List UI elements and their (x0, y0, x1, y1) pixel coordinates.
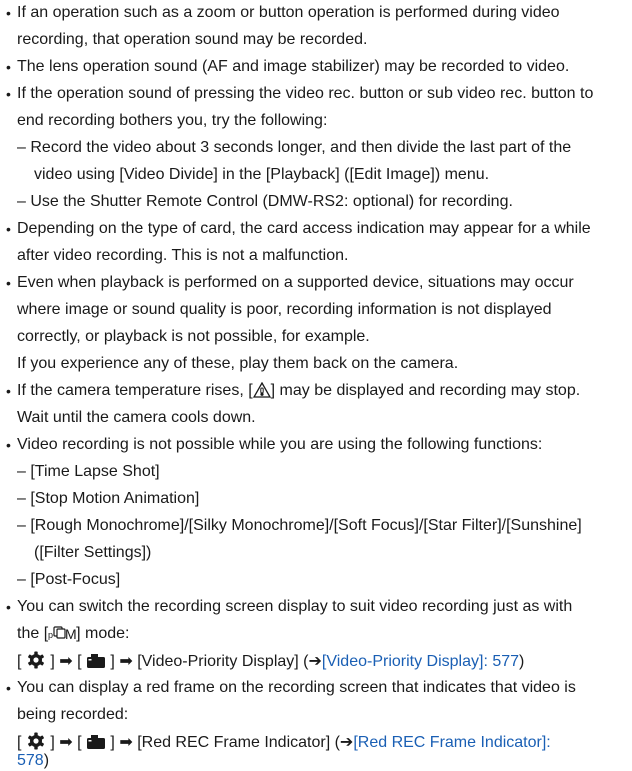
dash: – (17, 490, 26, 507)
dash: – (17, 463, 26, 480)
text-line: Depending on the type of card, the card … (17, 220, 591, 237)
text-line: recording, that operation sound may be r… (17, 31, 368, 48)
reference-arrow: ➔ (339, 734, 354, 751)
creative-video-mode-icon: pM (48, 625, 77, 647)
text-line: correctly, or playback is not possible, … (17, 328, 370, 345)
gear-icon (26, 651, 46, 675)
text-line: Video recording is not possible while yo… (17, 436, 543, 453)
manual-page: • If an operation such as a zoom or butt… (0, 0, 632, 769)
text-line: If the operation sound of pressing the v… (17, 85, 594, 102)
sub-item: – [Stop Motion Animation] (17, 489, 199, 509)
text-line: being recorded: (17, 706, 129, 723)
arrow-icon: ➡ (59, 653, 73, 670)
sub-item-text: [Stop Motion Animation] (30, 490, 200, 507)
sub-item-text: Use the Shutter Remote Control (DMW-RS2:… (30, 193, 513, 210)
text-line: video using [Video Divide] in the [Playb… (34, 166, 490, 183)
text-line: Wait until the camera cools down. (17, 409, 256, 426)
page-reference-link[interactable]: [Video-Priority Display]: 577 (322, 653, 519, 670)
text-line: If you experience any of these, play the… (17, 355, 459, 372)
page-reference-link[interactable]: 578 (17, 752, 44, 769)
sub-item-text: Record the video about 3 seconds longer,… (30, 139, 572, 156)
text-line: ([Filter Settings]) (34, 544, 152, 561)
dash: – (17, 139, 26, 156)
sub-item: – [Time Lapse Shot] (17, 462, 160, 482)
dash: – (17, 517, 26, 534)
sub-item-text: [Post-Focus] (30, 571, 121, 588)
text-line: You can display a red frame on the recor… (17, 679, 576, 696)
text-line: The lens operation sound (AF and image s… (17, 58, 570, 75)
sub-item: – [Rough Monochrome]/[Silky Monochrome]/… (17, 516, 582, 536)
svg-text:M: M (65, 626, 76, 641)
arrow-icon: ➡ (119, 653, 133, 670)
menu-path: [ ] ➡ [ ] ➡ [Video-Priority Display] (➔[… (17, 651, 524, 675)
sub-item-text: [Time Lapse Shot] (30, 463, 160, 480)
svg-text:p: p (48, 630, 53, 640)
temperature-warning-icon (252, 381, 271, 398)
sub-item: – [Post-Focus] (17, 570, 120, 590)
camera-menu-icon (86, 653, 106, 675)
text-line: 578) (17, 751, 49, 771)
text-segment: If the camera temperature rises, [ (17, 382, 253, 399)
text-segment: the [ (17, 625, 49, 642)
text-line: after video recording. This is not a mal… (17, 247, 349, 264)
text-line: where image or sound quality is poor, re… (17, 301, 552, 318)
text-segment: ) (43, 752, 50, 769)
text-line: the [p M] mode: (17, 624, 130, 647)
sub-item: – Record the video about 3 seconds longe… (17, 138, 571, 158)
text-segment: ] may be displayed and recording may sto… (270, 382, 581, 399)
text-segment: ] mode: (76, 625, 130, 642)
text-line: end recording bothers you, try the follo… (17, 112, 328, 129)
menu-path: [ ] ➡ [ ] ➡ [Red REC Frame Indicator] (➔… (17, 732, 551, 756)
text-line: If an operation such as a zoom or button… (17, 4, 560, 21)
sub-item-text: [Rough Monochrome]/[Silky Monochrome]/[S… (30, 517, 582, 534)
sub-item: – Use the Shutter Remote Control (DMW-RS… (17, 192, 513, 212)
camera-menu-icon (86, 734, 106, 756)
menu-item-text: [Red REC Frame Indicator] ( (137, 734, 340, 751)
text-line: If the camera temperature rises, [ ] may … (17, 381, 580, 401)
reference-arrow: ➔ (308, 653, 322, 670)
dash: – (17, 193, 26, 210)
text-line: Even when playback is performed on a sup… (17, 274, 574, 291)
arrow-icon: ➡ (59, 734, 73, 751)
text-line: You can switch the recording screen disp… (17, 598, 573, 615)
arrow-icon: ➡ (119, 734, 133, 751)
text-segment: ) (519, 653, 525, 670)
page-reference-link[interactable]: [Red REC Frame Indicator]: (353, 734, 550, 751)
menu-item-text: [Video-Priority Display] ( (137, 653, 309, 670)
dash: – (17, 571, 26, 588)
